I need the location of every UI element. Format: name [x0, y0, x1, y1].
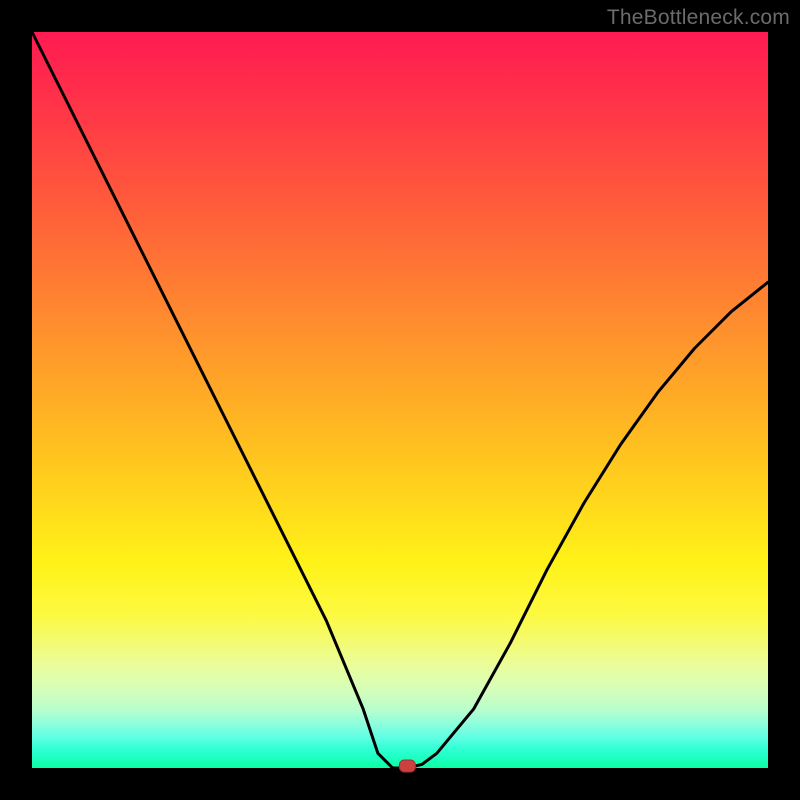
bottleneck-curve — [32, 32, 768, 768]
curve-svg — [32, 32, 768, 768]
watermark-text: TheBottleneck.com — [607, 6, 790, 30]
min-marker — [399, 760, 415, 772]
chart-stage: TheBottleneck.com — [0, 0, 800, 800]
plot-area — [32, 32, 768, 768]
